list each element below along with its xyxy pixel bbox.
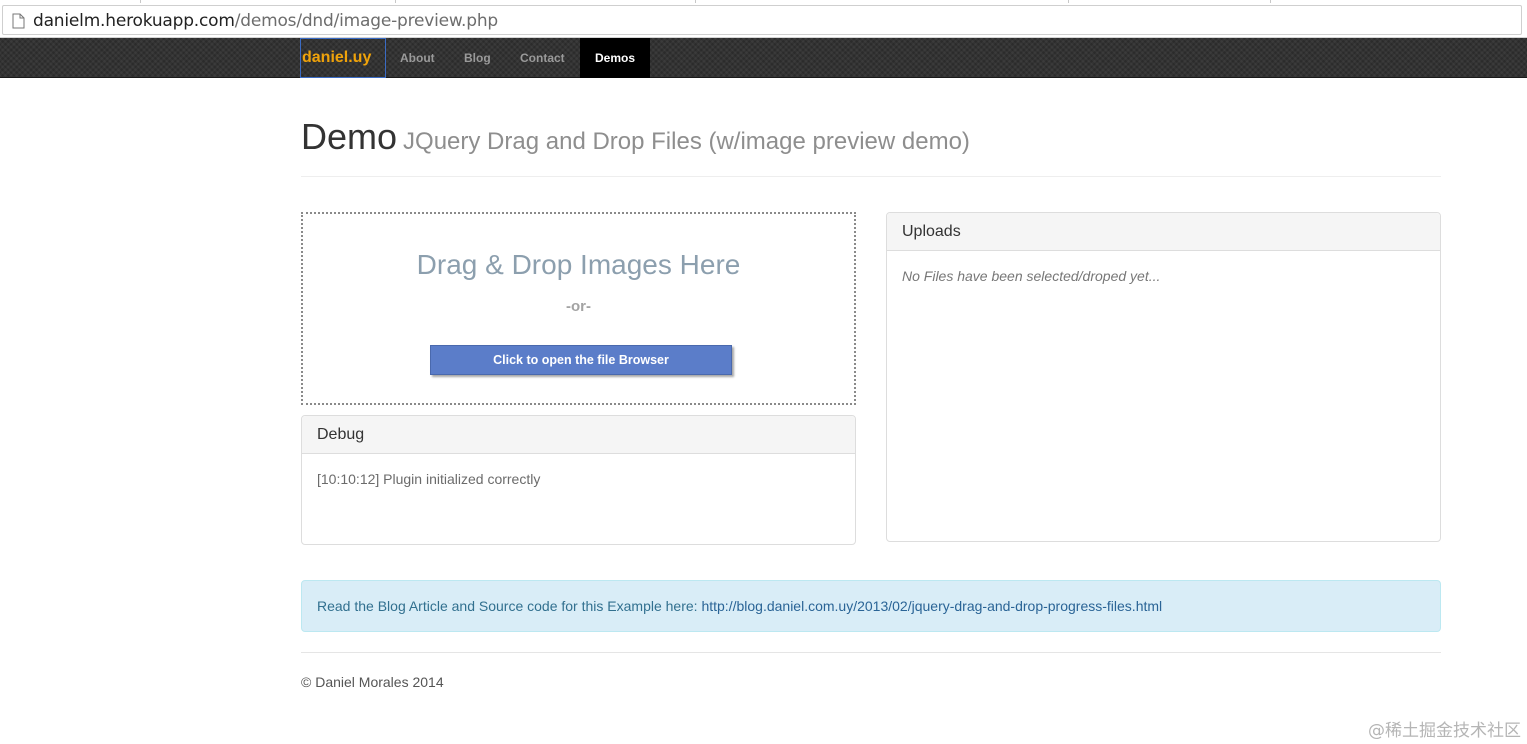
page-title: Demo JQuery Drag and Drop Files (w/image … xyxy=(301,115,1441,164)
drop-zone-or: -or- xyxy=(566,298,591,315)
uploads-empty-text: No Files have been selected/droped yet..… xyxy=(902,268,1161,284)
url-path: /demos/dnd/image-preview.php xyxy=(234,11,499,31)
drop-zone[interactable]: Drag & Drop Images Here -or- Click to op… xyxy=(301,212,856,405)
nav-link-demos[interactable]: Demos xyxy=(580,38,651,78)
url-host: danielm.herokuapp.com xyxy=(33,11,235,31)
uploads-panel-heading: Uploads xyxy=(887,213,1440,251)
browser-address-bar: danielm.herokuapp.com/demos/dnd/image-pr… xyxy=(0,0,1527,38)
nav-link-contact[interactable]: Contact xyxy=(520,38,565,78)
uploads-panel: Uploads No Files have been selected/drop… xyxy=(886,212,1441,542)
page-subtitle: JQuery Drag and Drop Files (w/image prev… xyxy=(403,128,970,155)
drop-zone-title: Drag & Drop Images Here xyxy=(416,249,741,280)
page-header: Demo JQuery Drag and Drop Files (w/image … xyxy=(301,115,1441,177)
debug-panel: Debug [10:10:12] Plugin initialized corr… xyxy=(301,415,856,545)
top-navbar: daniel.uy About Blog Contact Demos xyxy=(0,38,1527,78)
page-icon xyxy=(12,13,25,29)
brand-link[interactable]: daniel.uy xyxy=(300,38,386,78)
debug-panel-heading: Debug xyxy=(302,416,855,454)
alert-text: Read the Blog Article and Source code fo… xyxy=(317,598,702,614)
browser-tab-strip xyxy=(0,0,1527,4)
open-file-browser-button[interactable]: Click to open the file Browser xyxy=(430,345,732,375)
nav-link-blog[interactable]: Blog xyxy=(464,38,491,78)
page-title-main: Demo xyxy=(301,116,398,157)
debug-log: [10:10:12] Plugin initialized correctly xyxy=(317,471,541,487)
blog-article-link[interactable]: http://blog.daniel.com.uy/2013/02/jquery… xyxy=(701,598,1162,614)
url-field[interactable]: danielm.herokuapp.com/demos/dnd/image-pr… xyxy=(2,5,1522,35)
watermark: @稀土掘金技术社区 xyxy=(1368,721,1521,741)
info-alert: Read the Blog Article and Source code fo… xyxy=(301,580,1441,632)
nav-link-about[interactable]: About xyxy=(400,38,435,78)
url-text: danielm.herokuapp.com/demos/dnd/image-pr… xyxy=(33,11,498,31)
footer-copyright: © Daniel Morales 2014 xyxy=(301,674,444,690)
footer-divider xyxy=(301,652,1441,653)
